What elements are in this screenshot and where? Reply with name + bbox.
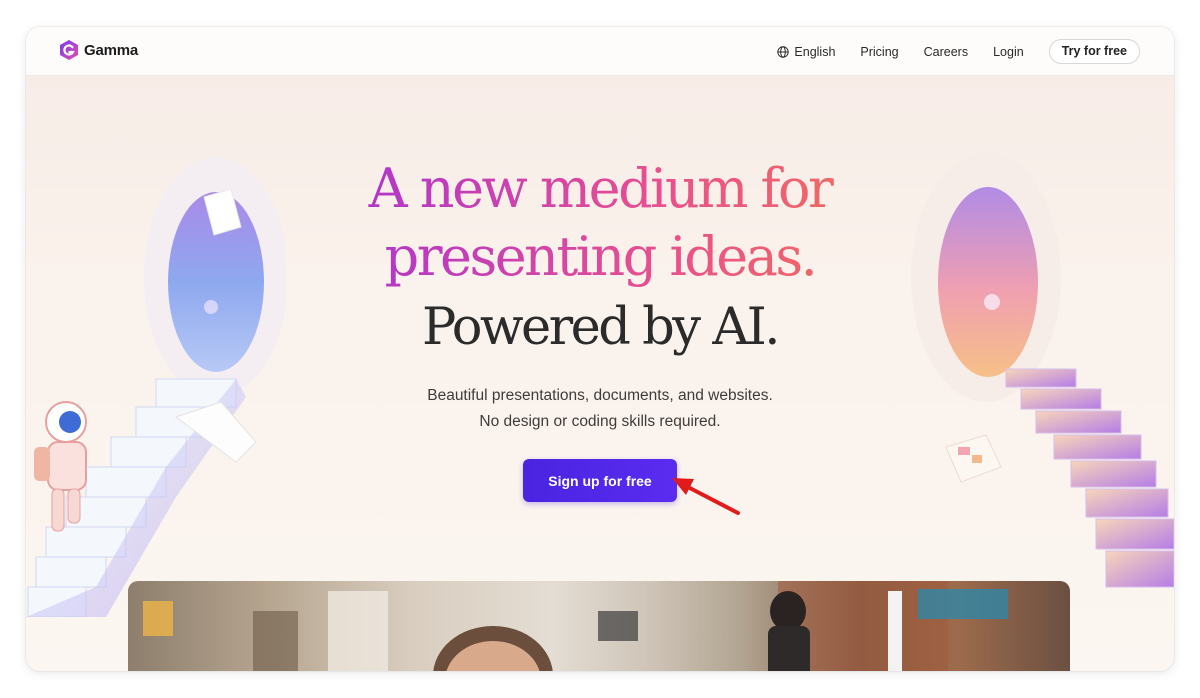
subheading-line-2: No design or coding skills required. [479, 413, 721, 430]
nav-link-login[interactable]: Login [993, 45, 1024, 59]
brand-name: Gamma [84, 41, 139, 59]
hero-video-preview[interactable] [128, 581, 1070, 671]
language-label: English [794, 44, 836, 59]
red-arrow-icon [672, 478, 740, 515]
browser-window: Gamma English Pricing Careers Login Try … [26, 27, 1174, 671]
nav-link-pricing[interactable]: Pricing [860, 45, 898, 59]
office-photo-image [143, 581, 1008, 671]
headline-line-1: A new medium for [26, 158, 1174, 220]
top-navigation: Gamma English Pricing Careers Login Try … [26, 27, 1174, 76]
brand-logo[interactable]: Gamma [58, 39, 138, 61]
nav-link-careers[interactable]: Careers [924, 45, 968, 59]
sign-up-button[interactable]: Sign up for free [523, 459, 677, 502]
try-for-free-button[interactable]: Try for free [1048, 39, 1140, 64]
headline-line-3: Powered by AI. [421, 298, 781, 357]
globe-icon [777, 45, 790, 58]
nav-links: English Pricing Careers Login Try for fr… [777, 39, 1140, 64]
subheading-line-1: Beautiful presentations, documents, and … [427, 387, 773, 404]
language-selector[interactable]: English [777, 45, 835, 59]
headline-line-2: presenting ideas. [26, 226, 1174, 288]
gamma-logo-icon [60, 40, 78, 60]
